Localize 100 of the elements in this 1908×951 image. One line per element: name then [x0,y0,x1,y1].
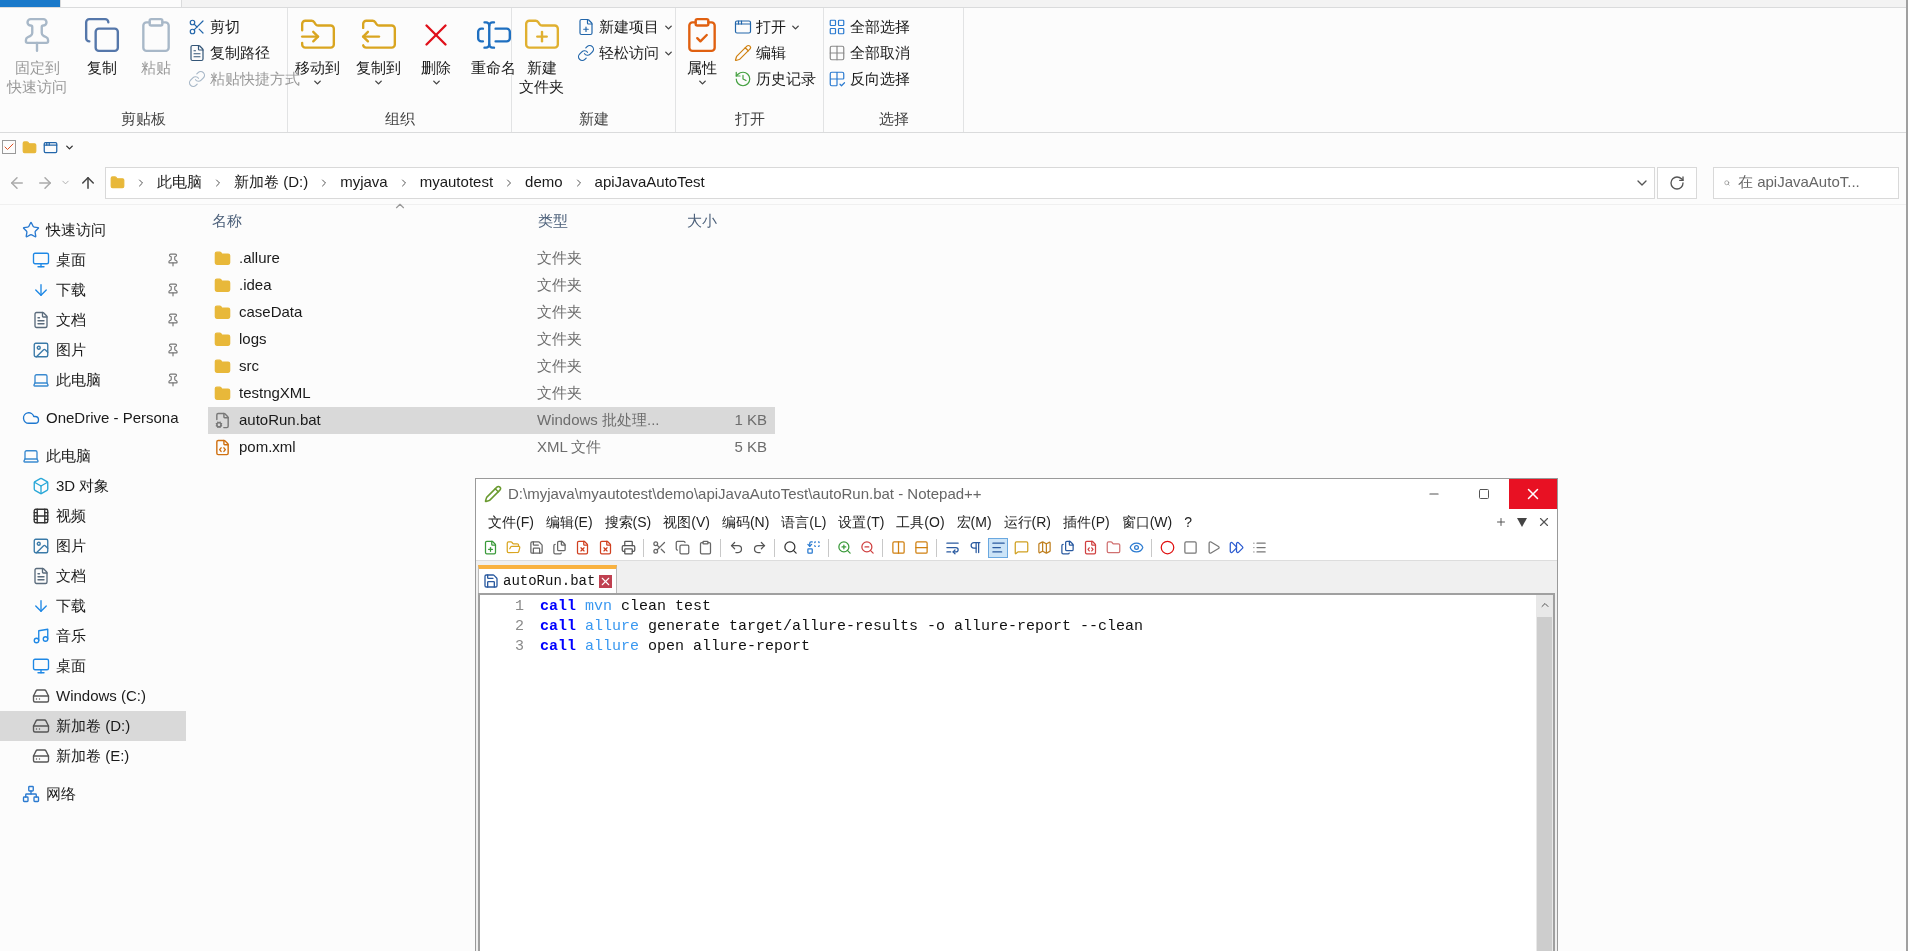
menu-item[interactable]: 运行(R) [997,511,1057,533]
check-icon[interactable] [2,140,16,154]
ribbon-button[interactable]: 新建项目 [575,14,676,40]
menu-item[interactable]: 插件(P) [1057,511,1116,533]
nav-item[interactable]: 图片 [0,531,186,561]
xml-file-icon [214,439,231,456]
close-button[interactable] [1509,479,1557,509]
nav-item[interactable]: 此电脑 [0,441,186,471]
file-type: 文件夹 [537,302,583,323]
ribbon-button[interactable]: 历史记录 [732,66,818,92]
menu-item[interactable]: 编码(N) [715,511,776,533]
ribbon-button[interactable]: 打开 [732,14,818,40]
ribbon-button[interactable]: 新建 文件夹 [514,12,569,108]
file-row[interactable]: pom.xml XML 文件 5 KB [208,434,775,461]
breadcrumb[interactable]: 此电脑 [157,171,202,194]
nav-item[interactable]: 图片 [0,335,186,365]
menu-item[interactable]: 搜索(S) [598,511,658,533]
close-icon[interactable] [1537,515,1551,529]
column-header[interactable]: 大小 [687,209,717,233]
close-tab-icon[interactable] [599,574,613,588]
menu-item[interactable]: 设置(T) [832,511,891,533]
folder-icon [110,175,125,190]
menu-item[interactable]: ? [1178,511,1199,533]
file-type: 文件夹 [537,383,583,404]
menu-item[interactable]: 窗口(W) [1115,511,1179,533]
history-icon [734,70,752,88]
file-row[interactable]: testngXML 文件夹 [208,380,775,407]
nav-item[interactable]: 3D 对象 [0,471,186,501]
desktop-icon [32,251,50,269]
nav-item[interactable]: 新加卷 (D:) [0,711,186,741]
nav-item[interactable]: 音乐 [0,621,186,651]
ribbon-button[interactable]: 全部取消 [826,40,912,66]
music-icon [32,627,50,645]
undo-icon [728,540,744,555]
ribbon-button[interactable]: 删除 [412,12,460,108]
nav-item[interactable]: 文档 [0,561,186,591]
nav-item[interactable]: Windows (C:) [0,681,186,711]
scrollbar[interactable] [1536,595,1553,951]
menu-item[interactable]: 工具(O) [890,511,951,533]
add-icon[interactable] [1495,516,1507,528]
file-name: pom.xml [239,437,296,458]
nav-item[interactable]: OneDrive - Persona [0,403,186,433]
menu-item[interactable]: 编辑(E) [539,511,599,533]
cube-icon [32,477,50,495]
ribbon-button[interactable]: 编辑 [732,40,818,66]
nav-item[interactable]: 视频 [0,501,186,531]
search-input[interactable]: 在 apiJavaAutoT... [1738,171,1888,194]
file-row[interactable]: autoRun.bat Windows 批处理... 1 KB [208,407,775,434]
file-row[interactable]: caseData 文件夹 [208,299,775,326]
nav-item[interactable]: 下载 [0,275,186,305]
ribbon-button[interactable]: 复制 [78,12,126,108]
close-file-icon [574,540,590,555]
nav-item[interactable]: 快速访问 [0,215,186,245]
address-bar[interactable]: 此电脑 新加卷 (D:) myjava myautotest demo apiJavaAutoTest [105,166,1655,199]
breadcrumb[interactable]: myautotest [419,171,494,194]
nav-item[interactable]: 桌面 [0,245,186,275]
caret-icon [696,77,708,88]
ribbon-button[interactable]: 属性 [678,12,726,108]
code-line: call allure generate target/allure-results -o allure-report --clean [540,616,1144,637]
ribbon-button[interactable]: 轻松访问 [575,40,676,66]
new-item-icon [577,18,595,36]
notepad-logo-icon [484,485,502,503]
down-triangle-icon[interactable] [1517,517,1527,527]
menu-item[interactable]: 视图(V) [657,511,716,533]
nav-item[interactable]: 文档 [0,305,186,335]
nav-item[interactable]: 桌面 [0,651,186,681]
ribbon-group-label: 选择 [877,109,910,129]
find-icon [782,540,798,555]
search-field[interactable]: 在 apiJavaAutoT... [1713,166,1899,199]
file-row[interactable]: .allure 文件夹 [208,245,775,272]
indent-guide-tool-button[interactable] [988,537,1008,558]
breadcrumb[interactable]: demo [525,171,563,194]
ribbon-group-label: 打开 [733,109,766,129]
ribbon-button[interactable]: 反向选择 [826,66,912,92]
refresh-button[interactable] [1657,166,1697,199]
file-row[interactable]: .idea 文件夹 [208,272,775,299]
nav-item[interactable]: 网络 [0,779,186,809]
menu-item[interactable]: 宏(M) [950,511,998,533]
select-all-icon [828,18,846,36]
ribbon-button[interactable]: 复制到 [351,12,406,108]
folder-icon [214,304,231,321]
breadcrumb[interactable]: 新加卷 (D:) [234,171,309,194]
nav-item[interactable]: 此电脑 [0,365,186,395]
column-header[interactable]: 名称 [208,209,537,233]
ribbon-button[interactable]: 全部选择 [826,14,912,40]
line-number: 3 [514,636,524,657]
menu-item[interactable]: 文件(F) [482,511,540,533]
breadcrumb[interactable]: myjava [340,171,388,194]
breadcrumb[interactable]: apiJavaAutoTest [594,171,705,194]
file-tab[interactable]: autoRun.bat [478,565,618,593]
column-header[interactable]: 类型 [537,209,687,233]
menu-item[interactable]: 语言(L) [775,511,833,533]
nav-item[interactable]: 下载 [0,591,186,621]
ribbon-button[interactable]: 剪切 [186,14,302,40]
file-row[interactable]: logs 文件夹 [208,326,775,353]
zoom-in-icon [836,540,852,555]
film-icon [32,507,50,525]
file-row[interactable]: src 文件夹 [208,353,775,380]
record-icon [1159,540,1175,555]
nav-item[interactable]: 新加卷 (E:) [0,741,186,771]
